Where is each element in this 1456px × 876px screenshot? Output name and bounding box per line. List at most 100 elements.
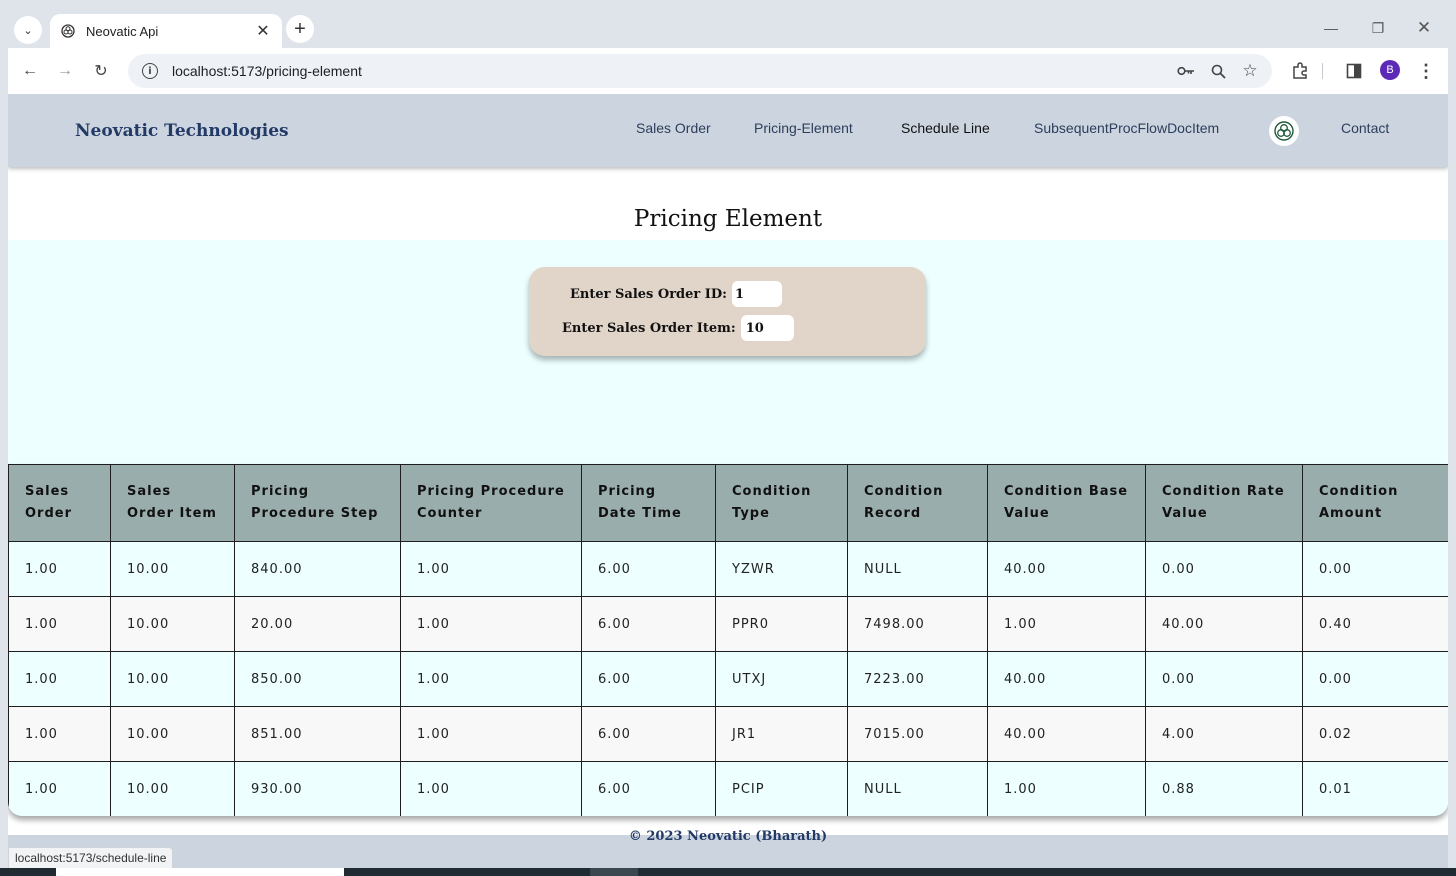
table-cell: 1.00 — [8, 651, 111, 707]
profile-avatar[interactable]: B — [1380, 60, 1400, 80]
table-cell: 6.00 — [581, 596, 716, 652]
table-cell: 0.02 — [1302, 706, 1448, 762]
table-cell: 0.00 — [1302, 651, 1448, 707]
site-info-icon[interactable]: i — [142, 63, 158, 79]
taskbar-app-preview[interactable] — [56, 868, 344, 876]
column-header: Condition Record — [847, 464, 988, 542]
sales-order-item-input[interactable] — [740, 315, 794, 341]
table-cell: 6.00 — [581, 761, 716, 816]
nav-schedule-line[interactable]: Schedule Line — [901, 120, 990, 136]
site-favicon-icon — [60, 23, 76, 39]
table-row: 1.00 10.00 851.00 1.00 6.00 JR1 7015.00 40.00 4.… — [8, 706, 1448, 762]
bookmark-star-icon[interactable]: ☆ — [1238, 59, 1262, 83]
browser-menu-icon[interactable]: ⋮ — [1413, 58, 1439, 84]
table-cell: 7015.00 — [847, 706, 988, 762]
side-panel-icon[interactable] — [1341, 58, 1367, 84]
table-cell: 10.00 — [110, 596, 235, 652]
zoom-icon[interactable] — [1206, 59, 1230, 83]
table-cell: 10.00 — [110, 761, 235, 816]
link-status-bar: localhost:5173/schedule-line — [8, 847, 174, 868]
restore-icon[interactable]: ❐ — [1355, 16, 1401, 40]
address-bar[interactable]: i localhost:5173/pricing-element ☆ — [128, 54, 1272, 88]
password-key-icon[interactable] — [1174, 59, 1198, 83]
url-text[interactable]: localhost:5173/pricing-element — [172, 63, 362, 79]
column-header: Condition Type — [715, 464, 848, 542]
table-cell: 851.00 — [234, 706, 401, 762]
back-icon[interactable]: ← — [17, 58, 43, 84]
table-cell: 1.00 — [400, 596, 582, 652]
column-header: Sales Order — [8, 464, 111, 542]
table-cell: 1.00 — [400, 541, 582, 597]
tab-search-chevron-icon[interactable]: ⌄ — [14, 16, 42, 44]
nav-sales-order[interactable]: Sales Order — [636, 120, 711, 136]
page-title: Pricing Element — [633, 206, 823, 232]
taskbar-active-item[interactable] — [590, 868, 638, 876]
table-cell: 930.00 — [234, 761, 401, 816]
table-cell: 40.00 — [987, 651, 1146, 707]
column-header: Pricing Date Time — [581, 464, 716, 542]
table-cell: PCIP — [715, 761, 848, 816]
nav-pricing-element[interactable]: Pricing-Element — [754, 120, 853, 136]
column-header: Condition Base Value — [987, 464, 1146, 542]
brand-name[interactable]: Neovatic Technologies — [75, 121, 289, 141]
table-cell: 1.00 — [987, 596, 1146, 652]
reload-icon[interactable]: ↻ — [88, 58, 114, 84]
table-cell: 850.00 — [234, 651, 401, 707]
table-cell: 40.00 — [987, 541, 1146, 597]
table-cell: 10.00 — [110, 541, 235, 597]
search-form-card: Enter Sales Order ID: Enter Sales Order … — [529, 267, 926, 356]
table-cell: NULL — [847, 761, 988, 816]
table-cell: 0.00 — [1145, 541, 1303, 597]
table-cell: 6.00 — [581, 651, 716, 707]
footer-copyright: © 2023 Neovatic (Bharath) — [628, 829, 828, 844]
nav-subsequent-proc-flow-doc-item[interactable]: SubsequentProcFlowDocItem — [1034, 120, 1219, 136]
minimize-icon[interactable]: — — [1308, 16, 1354, 40]
sales-order-id-row: Enter Sales Order ID: — [570, 281, 782, 307]
table-row: 1.00 10.00 930.00 1.00 6.00 PCIP NULL 1.00 0.88 0… — [8, 761, 1448, 816]
table-cell: 10.00 — [110, 706, 235, 762]
toolbar-separator — [1322, 63, 1323, 79]
site-navbar: Neovatic Technologies Sales Order Pricin… — [8, 94, 1448, 167]
table-cell: 0.01 — [1302, 761, 1448, 816]
table-cell: PPR0 — [715, 596, 848, 652]
new-tab-button[interactable]: + — [286, 15, 314, 43]
table-cell: 1.00 — [400, 706, 582, 762]
table-header-row: Sales Order Sales Order Item Pricing Proce… — [8, 464, 1448, 542]
table-cell: 0.88 — [1145, 761, 1303, 816]
table-row: 1.00 10.00 850.00 1.00 6.00 UTXJ 7223.00 40.00 0… — [8, 651, 1448, 707]
browser-toolbar: ← → ↻ i localhost:5173/pricing-element ☆… — [8, 48, 1448, 94]
table-row: 1.00 10.00 840.00 1.00 6.00 YZWR NULL 40.00 0.00… — [8, 541, 1448, 597]
nav-contact[interactable]: Contact — [1341, 120, 1389, 136]
table-cell: 7223.00 — [847, 651, 988, 707]
tab-title: Neovatic Api — [86, 23, 159, 39]
table-cell: 10.00 — [110, 651, 235, 707]
sales-order-id-input[interactable] — [731, 281, 782, 307]
table-cell: 1.00 — [987, 761, 1146, 816]
company-logo-icon[interactable] — [1269, 116, 1299, 146]
table-cell: 40.00 — [987, 706, 1146, 762]
table-cell: JR1 — [715, 706, 848, 762]
pricing-element-table-wrapper: Sales Order Sales Order Item Pricing Proce… — [8, 464, 1448, 816]
column-header: Condition Rate Value — [1145, 464, 1303, 542]
table-cell: 1.00 — [8, 761, 111, 816]
extensions-icon[interactable] — [1287, 58, 1313, 84]
column-header: Pricing Procedure Step — [234, 464, 401, 542]
table-cell: 0.40 — [1302, 596, 1448, 652]
table-body: 1.00 10.00 840.00 1.00 6.00 YZWR NULL 40.00 0.00… — [8, 541, 1448, 816]
browser-tab-bar: ⌄ Neovatic Api ✕ + — ❐ ✕ — [8, 8, 1448, 48]
sales-order-id-label: Enter Sales Order ID: — [570, 286, 727, 302]
forward-icon[interactable]: → — [52, 58, 78, 84]
close-window-icon[interactable]: ✕ — [1401, 16, 1447, 40]
table-cell: 6.00 — [581, 706, 716, 762]
browser-tab[interactable]: Neovatic Api ✕ — [50, 14, 282, 48]
table-cell: 840.00 — [234, 541, 401, 597]
page-viewport: Neovatic Technologies Sales Order Pricin… — [8, 94, 1448, 868]
table-cell: 0.00 — [1302, 541, 1448, 597]
column-header: Sales Order Item — [110, 464, 235, 542]
table-cell: 1.00 — [400, 651, 582, 707]
table-cell: 1.00 — [400, 761, 582, 816]
close-tab-icon[interactable]: ✕ — [254, 21, 272, 41]
table-cell: NULL — [847, 541, 988, 597]
table-cell: 40.00 — [1145, 596, 1303, 652]
column-header: Condition Amount — [1302, 464, 1448, 542]
